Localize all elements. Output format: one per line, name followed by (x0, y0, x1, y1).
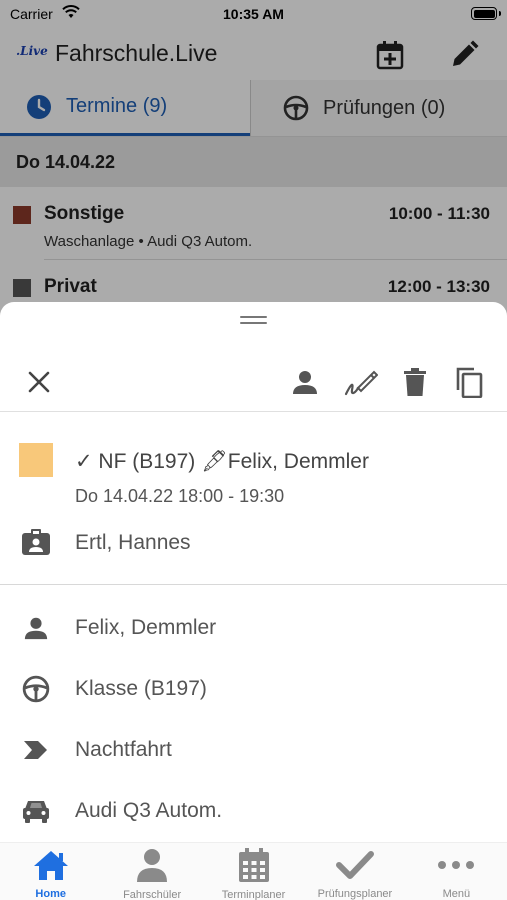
tag-icon (19, 733, 53, 767)
assign-student-button[interactable] (287, 364, 323, 400)
license-class: Klasse (B197) (75, 677, 207, 700)
appointment-details: Felix, Demmler Klasse (B197) Nachtfahrt (0, 585, 507, 842)
copy-icon (456, 367, 483, 398)
tab-terminplaner-label: Terminplaner (221, 889, 286, 900)
person-icon (293, 371, 317, 394)
tab-home-label: Home (35, 888, 66, 900)
signature-icon (344, 370, 378, 396)
sheet-toolbar (0, 352, 507, 412)
steering-wheel-icon (19, 672, 53, 706)
more-dots-icon (438, 860, 475, 869)
appointment-datetime: Do 14.04.22 18:00 - 19:30 (75, 486, 285, 506)
person-icon (137, 849, 168, 882)
trash-icon (404, 368, 426, 396)
close-button[interactable] (21, 364, 57, 400)
checkmark-icon (335, 850, 374, 879)
tab-fahrschueler[interactable]: Fahrschüler (101, 843, 202, 900)
appointment-summary: ✓ NF (B197) 🖋Felix, Demmler Do 14.04.22 … (0, 413, 507, 585)
calendar-icon (238, 848, 269, 882)
tab-pruefungsplaner[interactable]: Prüfungsplaner (304, 843, 405, 900)
dim-overlay[interactable] (0, 0, 507, 320)
appointment-color (19, 443, 53, 477)
bottom-tab-bar: Home Fahrschüler Terminplaner Prüfungspl… (0, 842, 507, 900)
lesson-type: Nachtfahrt (75, 738, 172, 761)
tab-terminplaner[interactable]: Terminplaner (203, 843, 304, 900)
student-card-icon (19, 525, 53, 559)
appointment-title: ✓ NF (B197) 🖋Felix, Demmler (75, 450, 369, 473)
sign-button[interactable] (343, 364, 379, 400)
tab-home[interactable]: Home (0, 843, 101, 900)
tab-menu[interactable]: Menü (406, 843, 507, 900)
copy-button[interactable] (451, 364, 487, 400)
tab-menu-label: Menü (442, 888, 471, 900)
close-icon (28, 371, 50, 393)
person-icon (19, 611, 53, 645)
appointment-detail-sheet: ✓ NF (B197) 🖋Felix, Demmler Do 14.04.22 … (0, 302, 507, 842)
car-icon (19, 794, 53, 828)
student-name[interactable]: Ertl, Hannes (75, 531, 191, 555)
instructor-name: Felix, Demmler (75, 616, 217, 639)
delete-button[interactable] (397, 364, 433, 400)
vehicle-name: Audi Q3 Autom. (75, 799, 223, 822)
tab-fahrschueler-label: Fahrschüler (123, 889, 182, 900)
home-icon (33, 850, 68, 880)
tab-pruefungsplaner-label: Prüfungsplaner (317, 888, 393, 900)
sheet-grabber[interactable] (240, 316, 267, 325)
